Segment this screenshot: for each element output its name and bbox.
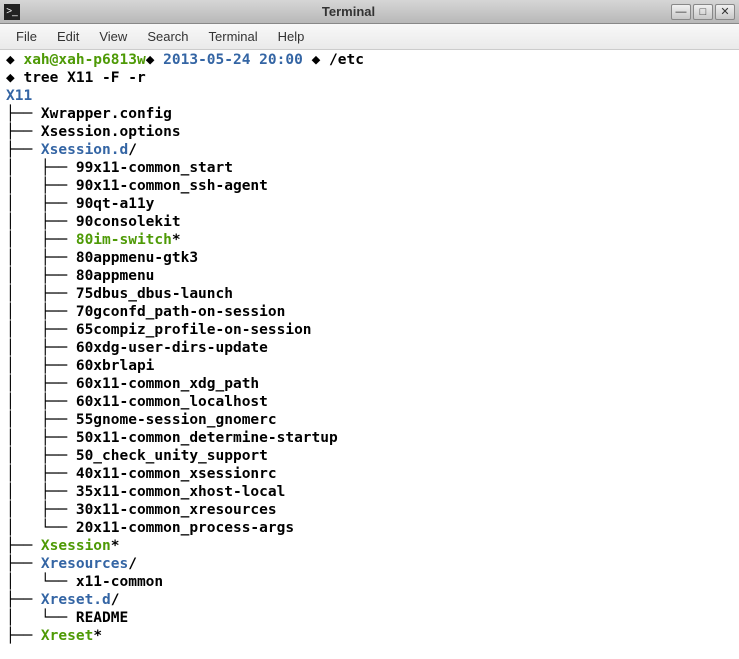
titlebar: >_ Terminal — □ ✕ xyxy=(0,0,739,24)
prompt-datetime: 2013-05-24 20:00 xyxy=(163,52,303,68)
window-title: Terminal xyxy=(26,4,671,19)
menu-file[interactable]: File xyxy=(6,27,47,46)
menu-view[interactable]: View xyxy=(89,27,137,46)
prompt-diamond: ◆ xyxy=(6,52,23,68)
prompt-cwd: /etc xyxy=(329,52,364,68)
maximize-button[interactable]: □ xyxy=(693,4,713,20)
minimize-button[interactable]: — xyxy=(671,4,691,20)
window-controls: — □ ✕ xyxy=(671,4,735,20)
prompt-diamond: ◆ xyxy=(6,70,23,86)
terminal-output[interactable]: ◆ xah@xah-p6813w◆ 2013-05-24 20:00 ◆ /et… xyxy=(0,50,739,659)
tree-listing: ├── Xwrapper.config ├── Xsession.options… xyxy=(6,105,733,645)
menu-terminal[interactable]: Terminal xyxy=(199,27,268,46)
menu-help[interactable]: Help xyxy=(268,27,315,46)
menubar: File Edit View Search Terminal Help xyxy=(0,24,739,50)
tree-root: X11 xyxy=(6,88,32,104)
prompt-diamond: ◆ xyxy=(146,52,163,68)
prompt-userhost: xah@xah-p6813w xyxy=(23,52,145,68)
close-button[interactable]: ✕ xyxy=(715,4,735,20)
menu-search[interactable]: Search xyxy=(137,27,198,46)
menu-edit[interactable]: Edit xyxy=(47,27,89,46)
prompt-diamond: ◆ xyxy=(303,52,329,68)
command-text: tree X11 -F -r xyxy=(23,70,145,86)
terminal-app-icon: >_ xyxy=(4,4,20,20)
